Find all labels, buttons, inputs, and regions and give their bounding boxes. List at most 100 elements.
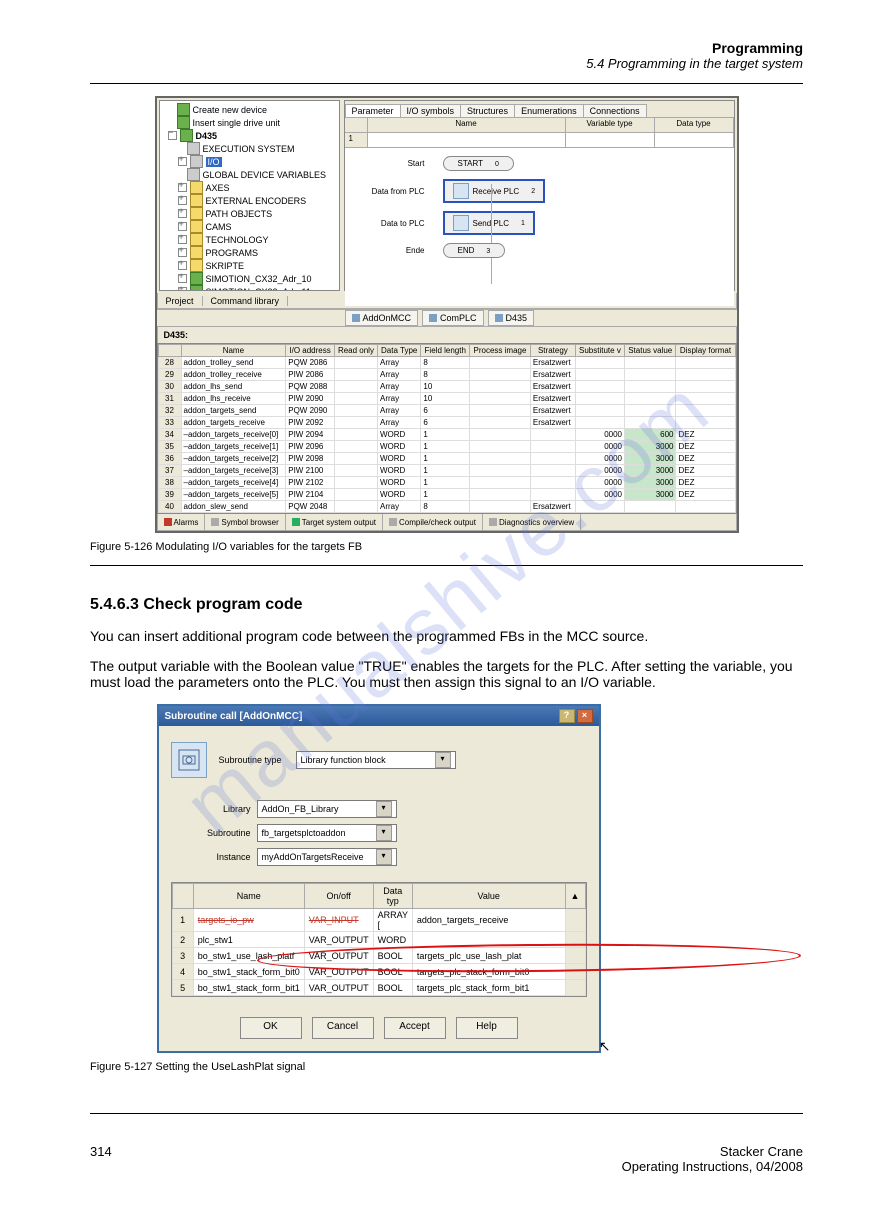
accept-button[interactable]: Accept [384, 1017, 446, 1039]
scroll-up-icon[interactable]: ▲ [565, 884, 585, 909]
tree-item[interactable]: I/O [162, 155, 337, 168]
tab-parameter[interactable]: Parameter [345, 104, 401, 117]
chevron-down-icon[interactable]: ▾ [435, 752, 451, 768]
column-header[interactable] [158, 345, 181, 357]
cell[interactable]: VAR_OUTPUT [304, 948, 373, 964]
help-icon[interactable]: ? [559, 709, 575, 723]
expand-icon[interactable] [178, 222, 187, 231]
tree-tab-cmdlib[interactable]: Command library [203, 296, 289, 306]
table-row[interactable]: 40addon_slew_sendPQW 2048Array8Ersatzwer… [158, 501, 735, 513]
chevron-down-icon[interactable]: ▾ [376, 849, 392, 865]
tree-item[interactable]: TECHNOLOGY [162, 233, 337, 246]
project-tree[interactable]: Create new deviceInsert single drive uni… [159, 100, 340, 291]
help-button[interactable]: Help [456, 1017, 518, 1039]
tree-item[interactable]: SKRIPTE [162, 259, 337, 272]
table-row[interactable]: 1targets_io_pwVAR_INPUTARRAY [addon_targ… [172, 909, 585, 932]
tab-structures[interactable]: Structures [460, 104, 515, 117]
expand-icon[interactable] [178, 261, 187, 270]
expand-icon[interactable] [178, 248, 187, 257]
table-row[interactable]: 30addon_lhs_sendPQW 2088Array10Ersatzwer… [158, 381, 735, 393]
tree-item[interactable]: SIMOTION_CX32_Adr_10 [162, 272, 337, 285]
table-row[interactable]: 37–addon_targets_receive[3]PIW 2100WORD1… [158, 465, 735, 477]
chevron-down-icon[interactable]: ▾ [376, 825, 392, 841]
tree-item[interactable]: AXES [162, 181, 337, 194]
cell[interactable]: addon_targets_receive [412, 909, 565, 932]
cell[interactable]: bo_stw1_stack_form_bit1 [193, 980, 304, 996]
table-row[interactable]: 3bo_stw1_use_lash_platfVAR_OUTPUTBOOLtar… [172, 948, 585, 964]
expand-icon[interactable] [178, 183, 187, 192]
table-row[interactable]: 33addon_targets_receivePIW 2092Array6Ers… [158, 417, 735, 429]
flow-step[interactable]: Data to PLCSend PLC1 [345, 211, 734, 235]
column-header[interactable]: Status value [625, 345, 676, 357]
lower-tab-complc[interactable]: ComPLC [422, 310, 484, 326]
subroutine-combo[interactable]: fb_targetsplctoaddon▾ [257, 824, 397, 842]
flow-step[interactable]: StartSTART0 [345, 156, 734, 171]
table-row[interactable]: 29addon_trolley_receivePIW 2086Array8Ers… [158, 369, 735, 381]
column-header[interactable]: Data typ [373, 884, 412, 909]
cell[interactable]: targets_plc_use_lash_plat [412, 948, 565, 964]
close-icon[interactable]: × [577, 709, 593, 723]
cell[interactable]: bo_stw1_stack_form_bit0 [193, 964, 304, 980]
expand-icon[interactable] [178, 196, 187, 205]
table-row[interactable]: 36–addon_targets_receive[2]PIW 2098WORD1… [158, 453, 735, 465]
table-row[interactable]: 4bo_stw1_stack_form_bit0VAR_OUTPUTBOOLta… [172, 964, 585, 980]
cell[interactable]: VAR_OUTPUT [304, 980, 373, 996]
cell[interactable]: targets_io_pw [193, 909, 304, 932]
d435-grid[interactable]: NameI/O addressRead onlyData TypeField l… [157, 343, 737, 514]
table-row[interactable]: 28addon_trolley_sendPQW 2086Array8Ersatz… [158, 357, 735, 369]
cell[interactable]: BOOL [373, 948, 412, 964]
cell[interactable]: VAR_OUTPUT [304, 932, 373, 948]
tree-item[interactable]: CAMS [162, 220, 337, 233]
column-header[interactable]: Data Type [378, 345, 421, 357]
column-header[interactable]: Name [181, 345, 286, 357]
chevron-down-icon[interactable]: ▾ [376, 801, 392, 817]
flow-step[interactable]: EndeEND3 [345, 243, 734, 258]
expand-icon[interactable] [178, 157, 187, 166]
table-row[interactable]: 2plc_stw1VAR_OUTPUTWORD [172, 932, 585, 948]
tab-connections[interactable]: Connections [583, 104, 647, 117]
table-row[interactable]: 39–addon_targets_receive[5]PIW 2104WORD1… [158, 489, 735, 501]
cell[interactable]: plc_stw1 [193, 932, 304, 948]
tree-tab-project[interactable]: Project [158, 296, 203, 306]
cell[interactable]: VAR_INPUT [304, 909, 373, 932]
cell[interactable]: VAR_OUTPUT [304, 964, 373, 980]
column-header[interactable]: Read only [334, 345, 377, 357]
expand-icon[interactable] [178, 287, 187, 291]
tab-enumerations[interactable]: Enumerations [514, 104, 584, 117]
table-row[interactable]: 34–addon_targets_receive[0]PIW 2094WORD1… [158, 429, 735, 441]
cell[interactable]: BOOL [373, 964, 412, 980]
cell[interactable]: targets_plc_stack_form_bit0 [412, 964, 565, 980]
output-tab-compile[interactable]: Compile/check output [383, 514, 483, 530]
column-header[interactable]: Value [412, 884, 565, 909]
output-tab-alarms[interactable]: Alarms [158, 514, 206, 530]
tree-item[interactable]: Insert single drive unit [162, 116, 337, 129]
instance-combo[interactable]: myAddOnTargetsReceive▾ [257, 848, 397, 866]
output-tab-diag[interactable]: Diagnostics overview [483, 514, 581, 530]
tree-item[interactable]: GLOBAL DEVICE VARIABLES [162, 168, 337, 181]
subtype-combo[interactable]: Library function block▾ [296, 751, 456, 769]
tree-item[interactable]: SIMOTION_CX32_Adr_11 [162, 285, 337, 291]
tree-item[interactable]: EXTERNAL ENCODERS [162, 194, 337, 207]
cell[interactable]: bo_stw1_use_lash_platf [193, 948, 304, 964]
table-row[interactable]: 5bo_stw1_stack_form_bit1VAR_OUTPUTBOOLta… [172, 980, 585, 996]
column-header[interactable]: Strategy [530, 345, 575, 357]
table-row[interactable]: 32addon_targets_sendPQW 2090Array6Ersatz… [158, 405, 735, 417]
flow-node[interactable]: START0 [443, 156, 514, 171]
tree-item[interactable]: PROGRAMS [162, 246, 337, 259]
dialog-titlebar[interactable]: Subroutine call [AddOnMCC] ? × [159, 706, 599, 726]
ok-button[interactable]: OK [240, 1017, 302, 1039]
table-row[interactable]: 31addon_lhs_receivePIW 2090Array10Ersatz… [158, 393, 735, 405]
table-row[interactable]: 35–addon_targets_receive[1]PIW 2096WORD1… [158, 441, 735, 453]
column-header[interactable]: Substitute v [575, 345, 624, 357]
parameter-grid[interactable]: NameOn/offData typValue▲ 1targets_io_pwV… [171, 882, 587, 997]
column-header[interactable]: Display format [676, 345, 735, 357]
tree-item[interactable]: Create new device [162, 103, 337, 116]
flow-step[interactable]: Data from PLCReceive PLC2 [345, 179, 734, 203]
column-header[interactable]: I/O address [286, 345, 335, 357]
flow-node[interactable]: END3 [443, 243, 506, 258]
output-tabs[interactable]: Alarms Symbol browser Target system outp… [157, 514, 737, 531]
table-row[interactable]: 38–addon_targets_receive[4]PIW 2102WORD1… [158, 477, 735, 489]
cell[interactable]: WORD [373, 932, 412, 948]
cell[interactable]: BOOL [373, 980, 412, 996]
cell[interactable] [412, 932, 565, 948]
